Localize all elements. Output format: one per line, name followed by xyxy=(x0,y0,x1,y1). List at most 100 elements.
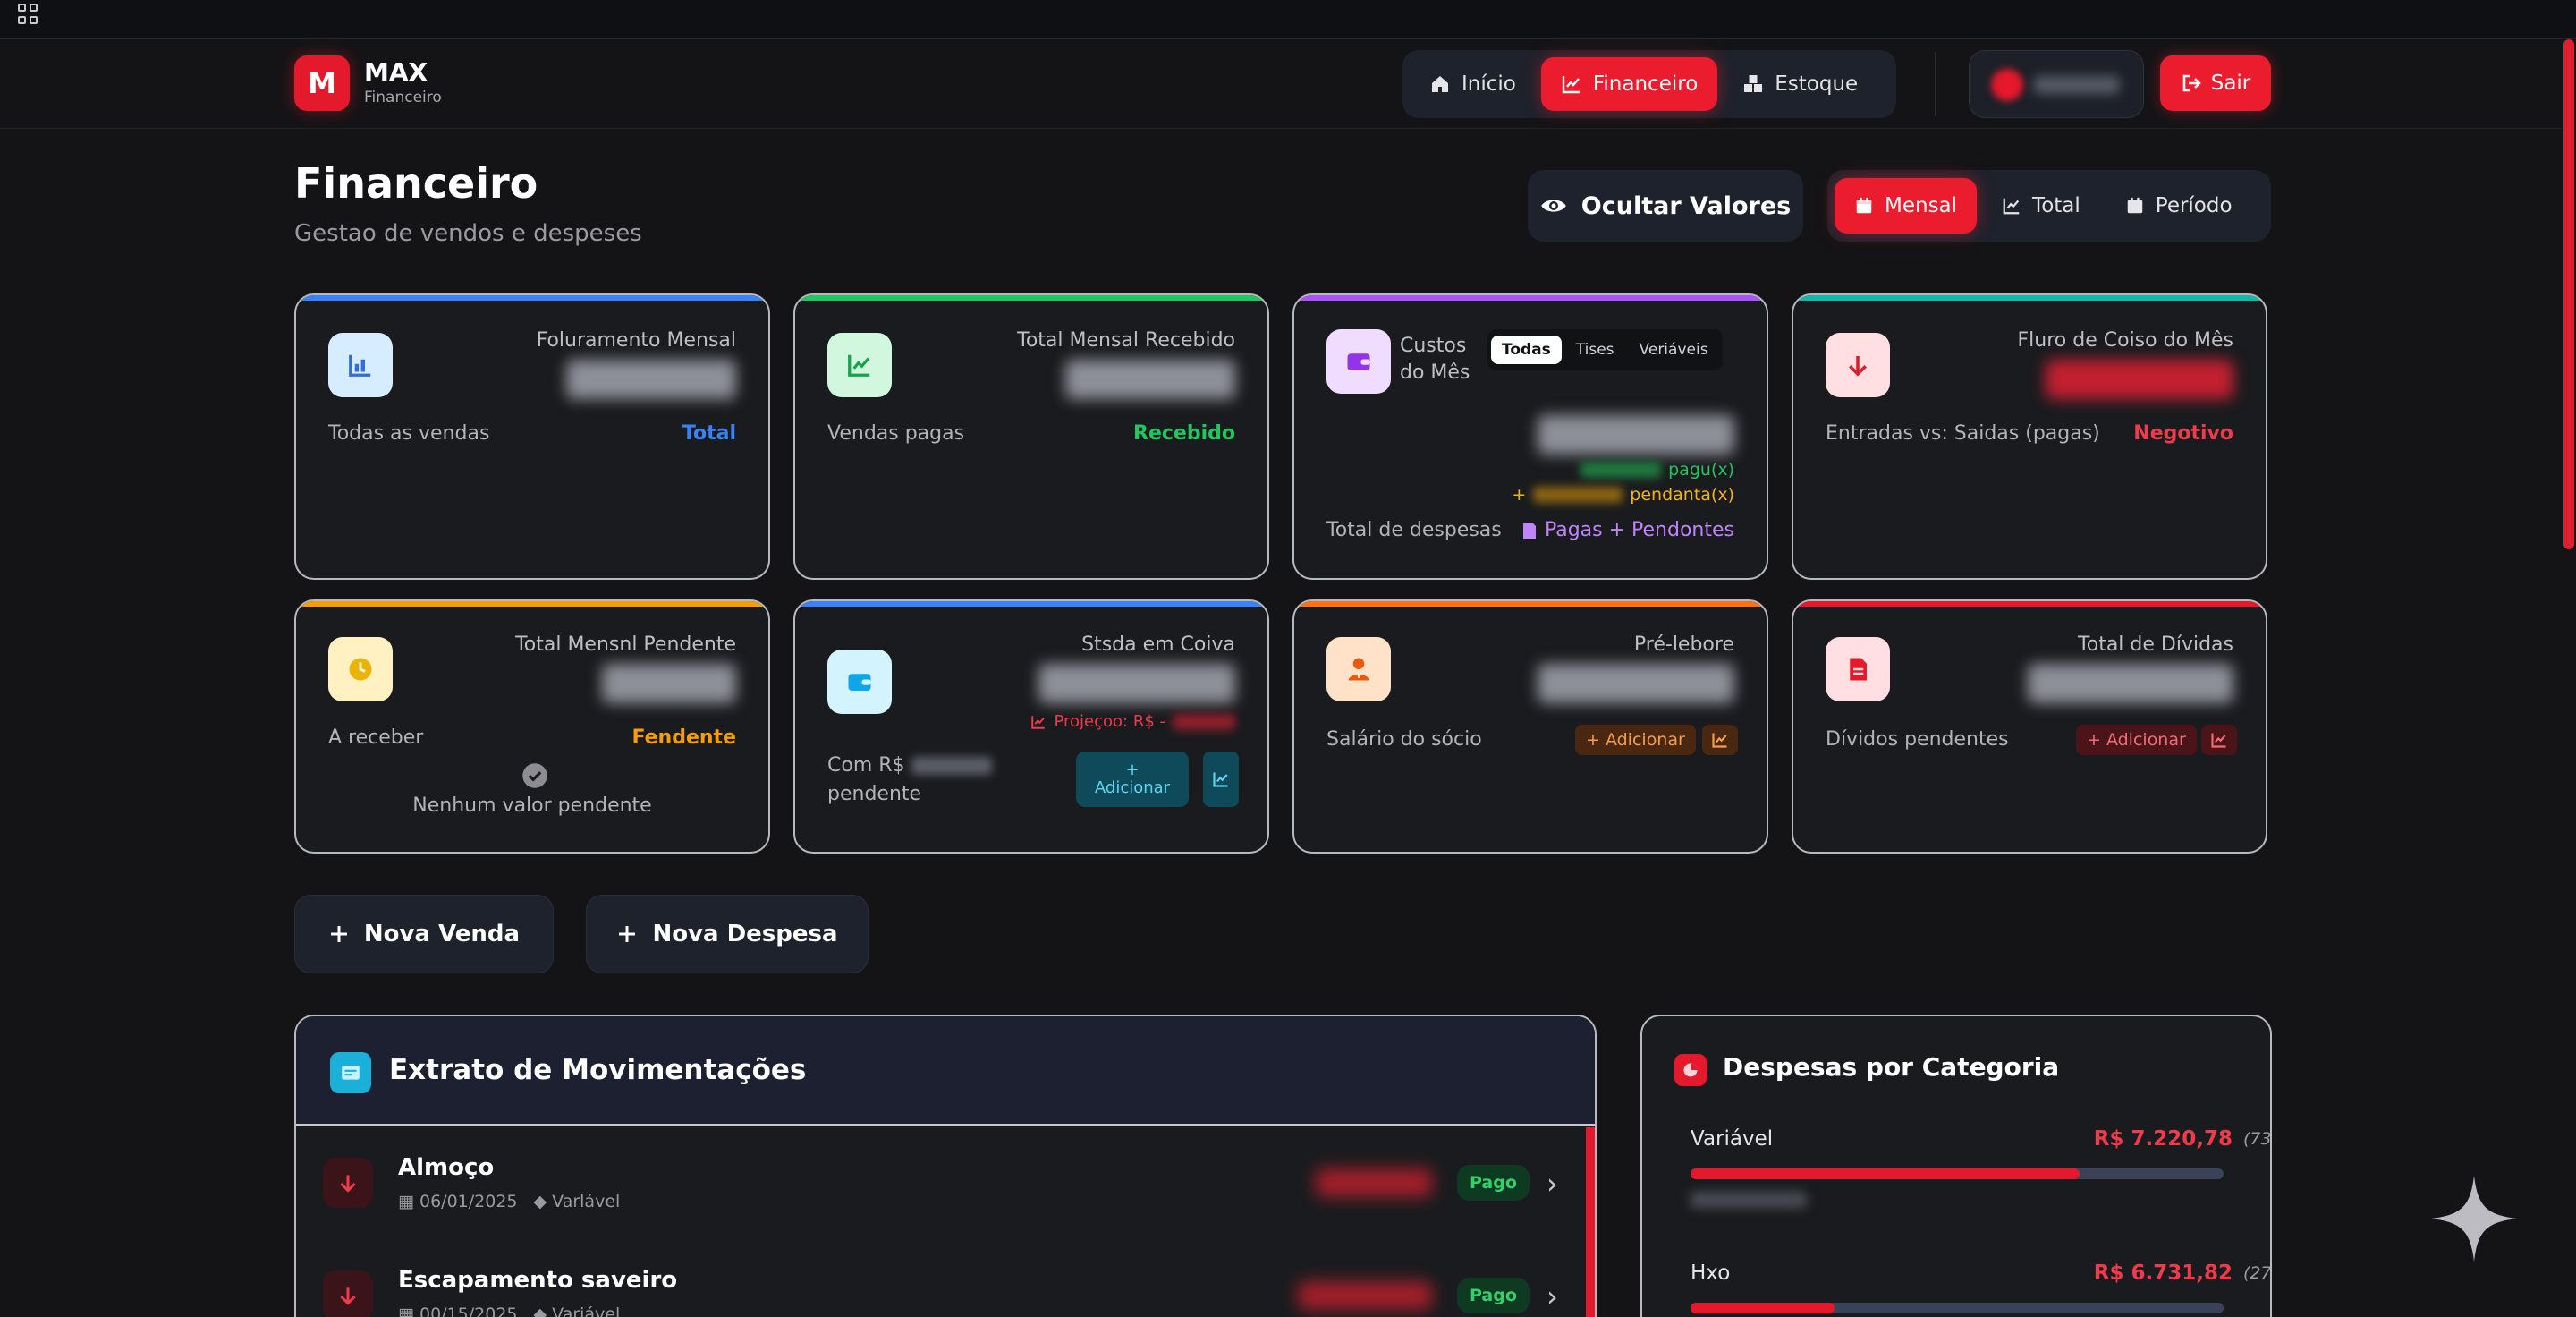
row-title: Escapamento saveiro xyxy=(398,1267,678,1294)
custos-label: Custos do Mês xyxy=(1400,335,1470,384)
trending-up-icon xyxy=(827,333,892,397)
row-category-value: Variável xyxy=(552,1304,621,1317)
saldo-sub-suffix: pendente xyxy=(827,783,922,805)
card-saldo: Stsda em Coiva Projeçoo: R$ - Com R$ pen… xyxy=(793,599,1269,854)
page-subtitle: Gestao de vendos e despeses xyxy=(294,220,642,247)
custos-tag: Pagas + Pendontes xyxy=(1521,519,1734,541)
card-pendente: Total Mensnl Pendente A receber Fendente… xyxy=(294,599,770,854)
category-bar xyxy=(1690,1168,2224,1179)
mode-total[interactable]: Total xyxy=(1982,178,2100,234)
period-mode-toggle: Mensal Total Período xyxy=(1827,170,2271,242)
user-name-blurred xyxy=(2034,76,2120,94)
category-value: R$ 6.731,82 xyxy=(2093,1262,2233,1285)
plus-icon xyxy=(330,926,347,942)
mode-mensal-label: Mensal xyxy=(1885,194,1958,217)
row-title: Almoço xyxy=(398,1154,495,1181)
home-icon xyxy=(1432,76,1448,92)
faturamento-sub: Todas as vendas xyxy=(328,422,490,445)
nav-estoque[interactable]: Estoque xyxy=(1723,57,1877,111)
custos-paid-suffix: pagu(x) xyxy=(1668,460,1734,480)
category-name: Hxo xyxy=(1690,1262,1731,1285)
nav-inicio-label: Início xyxy=(1462,72,1516,96)
chevron-right-icon[interactable]: › xyxy=(1546,1167,1558,1201)
filter-fixas[interactable]: Tises xyxy=(1565,336,1625,364)
file-icon xyxy=(1522,522,1536,539)
saldo-projection: Projeçoo: R$ - xyxy=(1030,712,1235,731)
user-menu[interactable] xyxy=(1969,50,2144,118)
category-sub-blurred xyxy=(1690,1192,1807,1208)
new-expense-label: Nova Despesa xyxy=(652,921,838,947)
pendente-tag: Fendente xyxy=(631,726,737,749)
filter-variaveis[interactable]: Veriáveis xyxy=(1629,336,1719,364)
logo-title: MAX xyxy=(364,57,428,87)
custos-tag-label: Pagas + Pendontes xyxy=(1544,519,1734,541)
mode-periodo[interactable]: Período xyxy=(2106,178,2252,234)
custos-pending-prefix: + xyxy=(1512,485,1527,505)
scrollbar-thumb[interactable] xyxy=(2563,39,2574,549)
saldo-value-blurred xyxy=(1038,664,1235,703)
fluxo-label: Fluro de Coiso do Mês xyxy=(2017,329,2233,352)
calendar-icon: ▦ xyxy=(398,1304,419,1317)
prolabore-add-button[interactable]: + Adicionar xyxy=(1575,725,1696,755)
new-sale-button[interactable]: Nova Venda xyxy=(294,895,554,973)
prolabore-label: Pré-lebore xyxy=(1633,633,1734,656)
tag-icon: ◆ xyxy=(533,1192,553,1211)
hide-values-button[interactable]: Ocultar Valores xyxy=(1528,170,1803,242)
dividas-add-button[interactable]: + Adicionar xyxy=(2076,725,2197,755)
nav-divider xyxy=(1935,52,1936,116)
prolabore-sub: Salário do sócio xyxy=(1326,728,1482,751)
chart-line-icon xyxy=(1712,733,1727,748)
apps-grid-icon[interactable] xyxy=(18,4,39,25)
list-item[interactable]: Almoço ▦ 06/01/2025 ◆ Varlável Pago › xyxy=(296,1127,1584,1238)
list-item[interactable]: Escapamento saveiro ▦ 00/15/2025 ◆ Variá… xyxy=(296,1240,1584,1317)
nav-financeiro-label: Financeiro xyxy=(1592,72,1699,96)
extrato-header: Extrato de Movimentações xyxy=(296,1016,1595,1126)
chart-line-icon xyxy=(2003,198,2020,215)
nav-inicio[interactable]: Início xyxy=(1410,57,1536,111)
recebido-label: Total Mensal Recebido xyxy=(1017,329,1235,352)
dividas-chart-button[interactable] xyxy=(2201,725,2237,755)
calendar-icon xyxy=(1856,197,1872,214)
custos-filter: Todas Tises Veriáveis xyxy=(1487,329,1723,370)
category-bar xyxy=(1690,1303,2224,1313)
custos-paid-line: pagu(x) xyxy=(1580,460,1734,480)
logo-icon[interactable]: M xyxy=(294,55,350,111)
recebido-sub: Vendas pagas xyxy=(827,422,965,445)
sparkle-icon xyxy=(2431,1176,2517,1262)
receipt-icon xyxy=(330,1052,371,1093)
dividas-label: Total de Dívidas xyxy=(2078,633,2233,656)
faturamento-label: Foluramento Mensal xyxy=(536,329,736,352)
arrow-down-icon xyxy=(323,1270,373,1317)
extrato-scroll-accent xyxy=(1586,1127,1595,1317)
card-faturamento: Foluramento Mensal Todas as vendas Total xyxy=(294,293,770,580)
custos-pending-suffix: pendanta(x) xyxy=(1630,485,1734,505)
row-meta: ▦ 00/15/2025 ◆ Variável xyxy=(398,1304,620,1317)
wallet-icon xyxy=(1326,329,1391,394)
category-percent: (73%) xyxy=(2243,1129,2272,1149)
saldo-add-button[interactable]: + Adicionar xyxy=(1076,752,1189,807)
chevron-right-icon[interactable]: › xyxy=(1546,1279,1558,1313)
eye-icon xyxy=(1541,200,1566,212)
check-circle-icon xyxy=(522,763,547,788)
chart-line-icon xyxy=(2211,733,2226,748)
row-value-blurred xyxy=(1316,1168,1432,1197)
mode-mensal[interactable]: Mensal xyxy=(1835,178,1978,234)
nav-estoque-label: Estoque xyxy=(1775,72,1859,96)
filter-todas[interactable]: Todas xyxy=(1491,336,1562,364)
new-expense-button[interactable]: Nova Despesa xyxy=(586,895,869,973)
saldo-chart-button[interactable] xyxy=(1203,752,1239,807)
pie-chart-icon xyxy=(1674,1054,1707,1086)
bar-chart-icon xyxy=(328,333,393,397)
dividas-value-blurred xyxy=(2028,664,2233,703)
system-top-bar xyxy=(0,0,2576,39)
logout-label: Sair xyxy=(2210,72,2251,95)
dividas-sub: Dívidos pendentes xyxy=(1826,728,2009,751)
row-category: ◆ Varlável xyxy=(534,1192,621,1211)
prolabore-chart-button[interactable] xyxy=(1702,725,1738,755)
page-title: Financeiro xyxy=(294,159,538,208)
pendente-empty: Nenhum valor pendente xyxy=(412,794,652,817)
logout-icon xyxy=(2182,74,2201,92)
logout-button[interactable]: Sair xyxy=(2160,55,2271,111)
nav-financeiro[interactable]: Financeiro xyxy=(1540,57,1718,111)
category-name: Variável xyxy=(1690,1127,1774,1151)
